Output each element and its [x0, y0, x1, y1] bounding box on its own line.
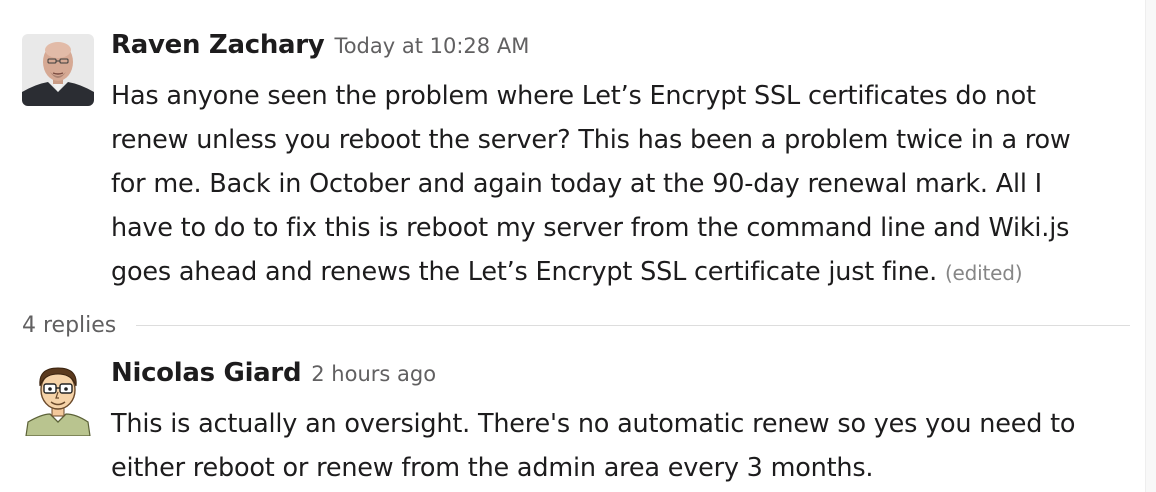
- message-header: Nicolas Giard 2 hours ago: [111, 358, 436, 388]
- sender-name[interactable]: Raven Zachary: [111, 30, 325, 60]
- avatar-nicolas-giard[interactable]: [24, 360, 92, 436]
- sender-name[interactable]: Nicolas Giard: [111, 358, 302, 388]
- message-text: This is actually an oversight. There's n…: [111, 409, 1076, 483]
- message-text: Has anyone seen the problem where Let’s …: [111, 74, 1111, 295]
- message-timestamp[interactable]: 2 hours ago: [311, 362, 436, 386]
- thread-replies-row: 4 replies: [22, 308, 1130, 342]
- message-header: Raven Zachary Today at 10:28 AM: [111, 30, 529, 60]
- message-timestamp[interactable]: Today at 10:28 AM: [334, 34, 529, 58]
- replies-divider: [136, 324, 1130, 326]
- edited-label: (edited): [944, 261, 1023, 285]
- message-body-text: Has anyone seen the problem where Let’s …: [111, 81, 1071, 287]
- scrollbar-track[interactable]: [1145, 0, 1156, 492]
- replies-count-link[interactable]: 4 replies: [22, 313, 116, 338]
- avatar-raven-zachary[interactable]: [22, 34, 94, 106]
